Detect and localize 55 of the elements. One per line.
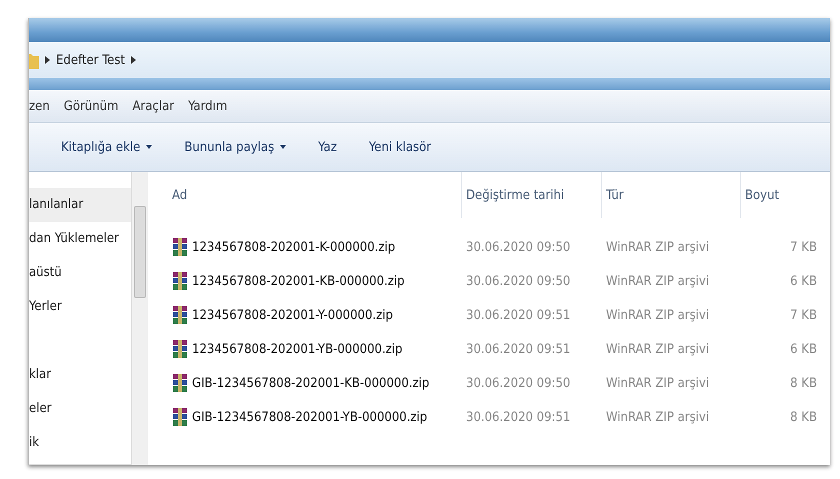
table-cell-text: 6 KB xyxy=(789,342,818,356)
table-cell-text: 30.06.2020 09:51 xyxy=(465,342,572,356)
archive-icon xyxy=(172,339,188,359)
breadcrumb-arrow-icon[interactable] xyxy=(45,56,50,64)
column-header[interactable]: Değiştirme tarihi xyxy=(462,172,602,218)
table-cell-text: 7 KB xyxy=(789,308,818,322)
archive-icon xyxy=(172,237,188,257)
breadcrumb-arrow-icon[interactable] xyxy=(131,56,136,64)
table-cell-text: WinRAR ZIP arşivi xyxy=(605,274,710,288)
toolbar-button[interactable]: Kitaplığa ekle xyxy=(49,136,164,158)
table-cell-text: WinRAR ZIP arşivi xyxy=(605,240,710,254)
file-name[interactable]: 1234567808-202001-YB-000000.zip xyxy=(192,342,402,356)
breadcrumb[interactable]: Edefter Test xyxy=(56,52,126,68)
menu-item[interactable]: zen xyxy=(29,98,50,114)
table-cell-text: WinRAR ZIP arşivi xyxy=(605,376,710,390)
table-cell-text: 30.06.2020 09:51 xyxy=(465,410,572,424)
file-name[interactable]: 1234567808-202001-K-000000.zip xyxy=(192,240,396,254)
table-cell-text: 7 KB xyxy=(789,240,818,254)
nav-item[interactable]: aüstü xyxy=(29,256,131,290)
table-cell-text: 8 KB xyxy=(789,410,818,424)
nav-item[interactable]: lanılanlar xyxy=(29,188,131,222)
archive-icon xyxy=(172,271,188,291)
table-cell-text: 6 KB xyxy=(789,274,818,288)
table-cell-text: WinRAR ZIP arşivi xyxy=(605,308,710,322)
table-cell-text: 30.06.2020 09:51 xyxy=(465,308,572,322)
menu-item[interactable]: Araçlar xyxy=(132,98,174,114)
nav-item[interactable]: klar xyxy=(29,358,131,392)
column-header[interactable]: Ad xyxy=(168,172,462,218)
table-cell-text: 30.06.2020 09:50 xyxy=(465,376,572,390)
toolbar-button[interactable]: Yaz xyxy=(306,136,349,158)
file-name[interactable]: GIB-1234567808-202001-YB-000000.zip xyxy=(192,410,428,424)
scrollbar[interactable] xyxy=(131,172,148,465)
file-name[interactable]: 1234567808-202001-KB-000000.zip xyxy=(192,274,405,288)
table-cell-text: WinRAR ZIP arşivi xyxy=(605,342,710,356)
table-cell-text: WinRAR ZIP arşivi xyxy=(605,410,710,424)
nav-item[interactable]: Yerler xyxy=(29,290,131,324)
column-header[interactable]: Tür xyxy=(602,172,741,218)
file-name[interactable]: 1234567808-202001-Y-000000.zip xyxy=(192,308,393,322)
archive-icon xyxy=(172,373,188,393)
file-name[interactable]: GIB-1234567808-202001-KB-000000.zip xyxy=(192,376,430,390)
table-cell-text: 8 KB xyxy=(789,376,818,390)
archive-icon xyxy=(172,305,188,325)
toolbar-button[interactable]: Bununla paylaş xyxy=(172,136,298,158)
column-header[interactable]: Boyut xyxy=(741,172,823,218)
table-cell-text: 30.06.2020 09:50 xyxy=(465,240,572,254)
nav-item[interactable]: dan Yüklemeler xyxy=(29,222,131,256)
nav-item[interactable]: ik xyxy=(29,426,131,460)
table-cell-text: 30.06.2020 09:50 xyxy=(465,274,572,288)
menu-item[interactable]: Görünüm xyxy=(64,98,118,114)
address-bar[interactable]: Edefter Test xyxy=(29,42,830,78)
toolbar-button[interactable]: Yeni klasör xyxy=(356,136,444,158)
folder-icon xyxy=(29,51,39,69)
nav-item[interactable]: eler xyxy=(29,392,131,426)
menu-item[interactable]: Yardım xyxy=(188,98,228,114)
archive-icon xyxy=(172,407,188,427)
